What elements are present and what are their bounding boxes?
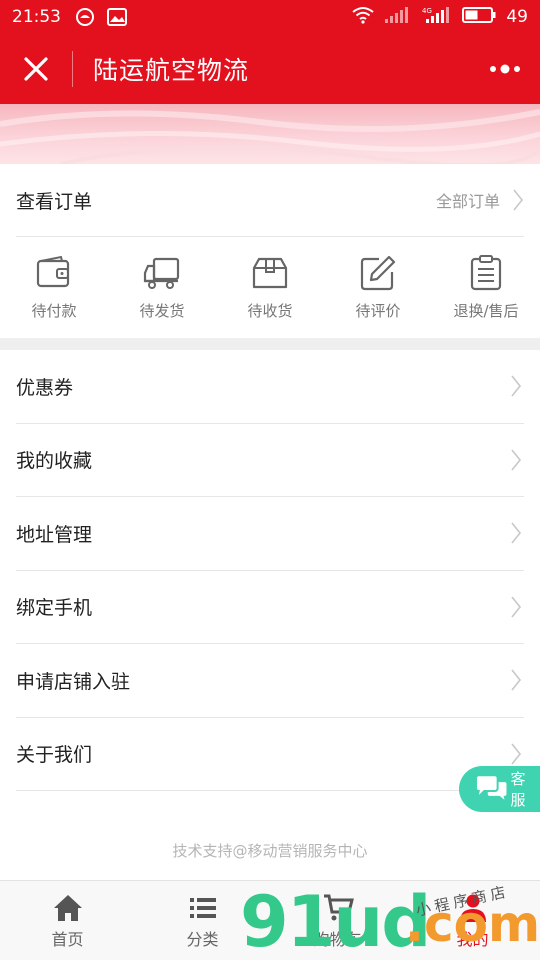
order-status-to-receive[interactable]: 待收货 (216, 237, 324, 337)
menu-item-about[interactable]: 关于我们 (16, 718, 524, 791)
svg-text:4G: 4G (422, 7, 432, 15)
signal-4g-icon: 4G (422, 6, 452, 29)
nav-divider (72, 51, 73, 87)
wallet-icon (36, 255, 70, 287)
tab-category[interactable]: 分类 (135, 881, 270, 960)
battery-level: 49 (506, 7, 528, 27)
close-button[interactable] (0, 34, 72, 104)
orders-title: 查看订单 (16, 190, 93, 213)
menu-item-apply-store[interactable]: 申请店铺入驻 (16, 644, 524, 718)
chevron-right-icon (511, 522, 522, 544)
header-banner (0, 104, 540, 164)
truck-icon (143, 257, 180, 289)
page-title: 陆运航空物流 (93, 56, 250, 85)
box-icon (252, 257, 288, 288)
tab-label: 分类 (186, 929, 219, 949)
chevron-right-icon (511, 596, 522, 618)
menu-item-coupons[interactable]: 优惠券 (16, 350, 524, 424)
menu-item-label: 地址管理 (16, 523, 93, 546)
chevron-right-icon (511, 375, 522, 397)
user-icon (459, 894, 486, 922)
tab-home[interactable]: 首页 (0, 881, 135, 960)
chevron-right-icon (513, 189, 524, 211)
more-button[interactable] (470, 34, 540, 104)
support-text: 技术支持@移动营销服务中心 (172, 842, 368, 860)
chevron-right-icon (511, 743, 522, 765)
chat-bubbles-icon (476, 776, 507, 800)
order-status-to-review[interactable]: 待评价 (324, 237, 432, 337)
list-icon (189, 897, 216, 918)
wifi-icon (352, 6, 374, 29)
banner-wave-decoration (0, 109, 540, 164)
menu-item-label: 绑定手机 (16, 597, 93, 620)
status-time: 21:53 (12, 7, 61, 27)
orders-header: 查看订单 全部订单 (16, 164, 524, 237)
all-orders-link[interactable]: 全部订单 (436, 188, 524, 212)
notification-icon (75, 7, 95, 27)
clipboard-icon (470, 254, 502, 290)
cart-icon (323, 894, 354, 920)
tab-label: 我的 (456, 929, 489, 949)
order-status-row: 待付款 待发货 待收货 待评价 退换/售后 (0, 237, 540, 337)
tab-mine[interactable]: 我的 (405, 881, 540, 960)
order-status-label: 待评价 (355, 301, 401, 320)
order-status-after-sales[interactable]: 退换/售后 (432, 237, 540, 337)
image-icon (107, 7, 127, 27)
order-status-unpaid[interactable]: 待付款 (0, 237, 108, 337)
more-dots-icon (490, 64, 520, 74)
nav-bar: 陆运航空物流 (0, 34, 540, 104)
status-bar: 21:53 4G 49 (0, 0, 540, 34)
close-icon (24, 57, 48, 81)
menu-item-label: 申请店铺入驻 (16, 670, 131, 693)
tab-label: 首页 (51, 929, 84, 949)
section-divider (0, 338, 540, 350)
edit-icon (360, 255, 396, 290)
chevron-right-icon (511, 669, 522, 691)
menu-item-favorites[interactable]: 我的收藏 (16, 424, 524, 497)
order-status-label: 待付款 (31, 301, 77, 320)
menu-list: 优惠券 我的收藏 地址管理 绑定手机 申请店铺入驻 关于我们 (0, 350, 540, 791)
customer-service-label: 客服 (510, 770, 526, 809)
menu-item-label: 关于我们 (16, 744, 93, 767)
menu-item-address[interactable]: 地址管理 (16, 497, 524, 571)
tab-cart[interactable]: 购物车 (270, 881, 405, 960)
order-status-label: 待收货 (247, 301, 293, 320)
chevron-right-icon (511, 449, 522, 471)
menu-item-label: 优惠券 (16, 376, 74, 399)
signal-weak-icon (384, 6, 412, 29)
order-status-label: 退换/售后 (453, 301, 519, 320)
customer-service-button[interactable]: 客服 (459, 766, 540, 812)
orders-section: 查看订单 全部订单 待付款 待发货 待收货 待评价 退换/售后 (0, 164, 540, 338)
order-status-label: 待发货 (139, 301, 185, 320)
all-orders-label: 全部订单 (435, 192, 500, 211)
order-status-to-ship[interactable]: 待发货 (108, 237, 216, 337)
menu-item-label: 我的收藏 (16, 450, 93, 473)
home-icon (53, 894, 82, 921)
tab-label: 购物车 (313, 929, 362, 949)
menu-item-bind-phone[interactable]: 绑定手机 (16, 571, 524, 644)
bottom-tab-bar: 首页 分类 购物车 我的 (0, 880, 540, 960)
battery-icon (462, 6, 496, 29)
